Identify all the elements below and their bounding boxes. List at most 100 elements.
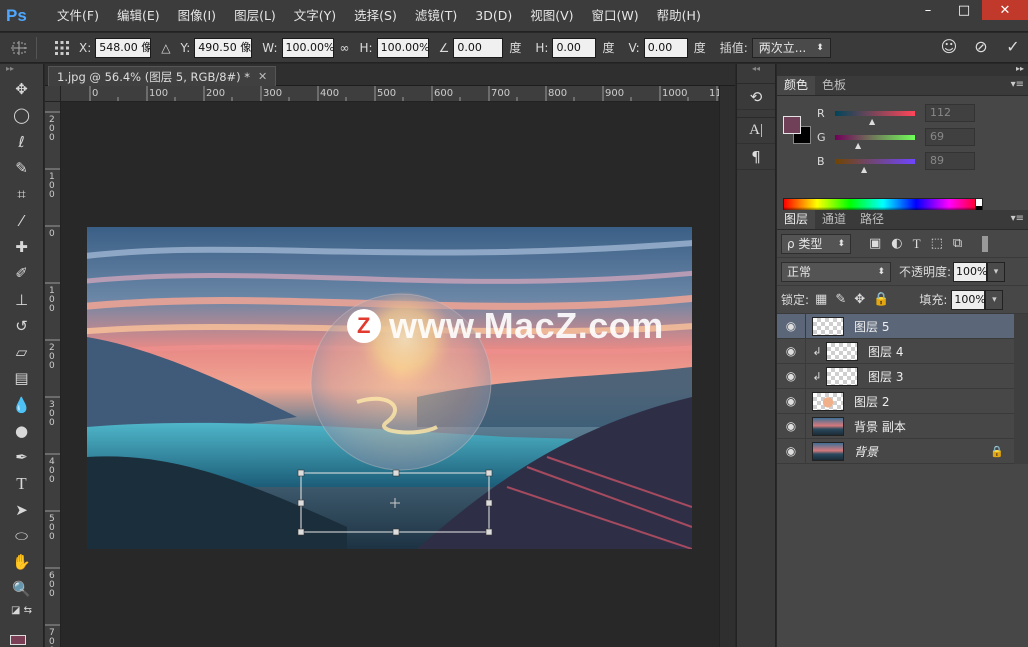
menu-filter[interactable]: 滤镜(T) (406, 0, 466, 32)
layer-name[interactable]: 图层 4 (868, 343, 903, 360)
rotate-input[interactable]: 0.00 (453, 37, 504, 58)
blur-tool-icon[interactable]: 💧 (0, 392, 43, 418)
reference-point-icon[interactable] (51, 38, 73, 58)
dodge-tool-icon[interactable]: ● (0, 418, 43, 444)
maximize-button[interactable]: □ (946, 0, 982, 20)
gradient-tool-icon[interactable]: ▤ (0, 365, 43, 391)
hskew-input[interactable]: 0.00 (552, 37, 597, 58)
layers-scrollbar[interactable] (1014, 314, 1028, 464)
tab-paths[interactable]: 路径 (853, 210, 891, 229)
filter-pixel-icon[interactable]: ▣ (869, 236, 881, 252)
type-tool-icon[interactable]: T (0, 470, 43, 496)
visibility-eye-icon[interactable]: ◉ (777, 444, 805, 458)
close-tab-icon[interactable]: ✕ (258, 70, 267, 83)
healing-brush-tool-icon[interactable]: ✚ (0, 234, 43, 260)
layer-filter-select[interactable]: ρ 类型 ⬍ (781, 233, 851, 254)
y-input[interactable]: 490.50 像 (194, 37, 253, 58)
menu-window[interactable]: 窗口(W) (583, 0, 648, 32)
history-brush-tool-icon[interactable]: ↺ (0, 313, 43, 339)
layer-row[interactable]: ◉ ↲ 图层 3 (777, 363, 1028, 389)
vertical-ruler[interactable]: 200 100 0 100 200 300 400 500 600 700 (45, 102, 61, 647)
hand-tool-icon[interactable]: ✋ (0, 549, 43, 575)
character-panel-icon[interactable]: A| (737, 118, 775, 144)
menu-3d[interactable]: 3D(D) (466, 0, 521, 32)
blue-slider[interactable]: ▲ (835, 158, 915, 174)
quick-selection-tool-icon[interactable]: ✎ (0, 155, 43, 181)
red-slider[interactable]: ▲ (835, 110, 915, 126)
fill-input[interactable]: 100% (951, 289, 986, 310)
vskew-input[interactable]: 0.00 (643, 37, 688, 58)
opacity-input[interactable]: 100% (953, 261, 988, 282)
document-scrollbar[interactable] (719, 86, 735, 647)
paragraph-panel-icon[interactable]: ¶ (737, 144, 775, 170)
tab-swatches[interactable]: 色板 (815, 76, 853, 95)
menu-file[interactable]: 文件(F) (48, 0, 108, 32)
green-slider[interactable]: ▲ (835, 134, 915, 150)
lasso-tool-icon[interactable]: ℓ (0, 129, 43, 155)
height-input[interactable]: 100.00% (376, 37, 429, 58)
menu-help[interactable]: 帮助(H) (648, 0, 710, 32)
panel-menu-icon[interactable]: ▾≡ (1011, 79, 1024, 90)
lock-all-icon[interactable]: 🔒 (873, 292, 889, 307)
zoom-tool-icon[interactable]: 🔍 (0, 576, 43, 602)
marquee-tool-icon[interactable]: ◯ (0, 102, 43, 128)
tab-color[interactable]: 颜色 (777, 76, 816, 95)
layer-row[interactable]: ◉ ↲ 图层 4 (777, 338, 1028, 364)
red-value[interactable]: 112 (925, 104, 975, 122)
default-colors-icon[interactable]: ◪ ⇆ (0, 602, 43, 620)
fill-dropdown[interactable]: ▾ (985, 289, 1004, 310)
tab-layers[interactable]: 图层 (777, 210, 816, 229)
layer-lock-icon[interactable]: 🔒 (990, 445, 1004, 458)
move-transform-icon[interactable] (8, 38, 30, 58)
cancel-transform-icon[interactable]: ⊘ (972, 37, 990, 56)
commit-transform-icon[interactable]: ✓ (1004, 37, 1022, 56)
green-value[interactable]: 69 (925, 128, 975, 146)
filter-adjustment-icon[interactable]: ◐ (891, 236, 902, 252)
menu-type[interactable]: 文字(Y) (285, 0, 345, 32)
width-input[interactable]: 100.00% (281, 37, 334, 58)
layer-row[interactable]: ◉ 背景 副本 (777, 413, 1028, 439)
menu-edit[interactable]: 编辑(E) (108, 0, 169, 32)
visibility-eye-icon[interactable]: ◉ (777, 419, 805, 433)
blue-value[interactable]: 89 (925, 152, 975, 170)
lock-image-icon[interactable]: ✎ (835, 292, 846, 307)
ruler-origin[interactable] (45, 86, 61, 102)
interpolation-select[interactable]: 两次立... ⬍ (751, 37, 831, 58)
layer-row[interactable]: ◉ 图层 5 (777, 313, 1028, 339)
layer-row[interactable]: ◉ 图层 2 (777, 388, 1028, 414)
minimize-button[interactable]: – (910, 0, 946, 20)
document-tab[interactable]: 1.jpg @ 56.4% (图层 5, RGB/8#) * ✕ (48, 66, 277, 86)
visibility-eye-icon[interactable]: ◉ (777, 319, 805, 333)
eraser-tool-icon[interactable]: ▱ (0, 339, 43, 365)
filter-type-icon[interactable]: T (913, 236, 921, 252)
ellipse-tool-icon[interactable]: ⬭ (0, 523, 43, 549)
filter-toggle[interactable] (982, 235, 989, 252)
menu-layer[interactable]: 图层(L) (225, 0, 285, 32)
filter-smart-object-icon[interactable]: ⧉ (953, 236, 962, 252)
layer-name[interactable]: 图层 2 (854, 393, 889, 410)
document-image[interactable] (87, 227, 692, 549)
foreground-swatch[interactable] (10, 635, 26, 645)
path-selection-tool-icon[interactable]: ➤ (0, 497, 43, 523)
visibility-eye-icon[interactable]: ◉ (777, 369, 805, 383)
panel-collapse-bar[interactable]: ▸▸ (777, 64, 1028, 76)
layer-name[interactable]: 图层 3 (868, 368, 903, 385)
warp-icon[interactable]: ☺ (940, 37, 958, 56)
collapse-icon[interactable]: ▸▸ (1016, 64, 1024, 73)
green-slider-thumb[interactable]: ▲ (855, 141, 861, 150)
layer-name[interactable]: 背景 副本 (854, 418, 906, 435)
red-slider-thumb[interactable]: ▲ (869, 117, 875, 126)
foreground-color-swatch[interactable] (783, 116, 801, 134)
eyedropper-tool-icon[interactable]: ⁄ (0, 207, 43, 233)
visibility-eye-icon[interactable]: ◉ (777, 394, 805, 408)
opacity-dropdown[interactable]: ▾ (987, 261, 1006, 282)
visibility-eye-icon[interactable]: ◉ (777, 344, 805, 358)
layer-name[interactable]: 图层 5 (854, 318, 889, 335)
clone-stamp-tool-icon[interactable]: ⊥ (0, 286, 43, 312)
menu-view[interactable]: 视图(V) (521, 0, 582, 32)
blue-slider-thumb[interactable]: ▲ (861, 165, 867, 174)
x-input[interactable]: 548.00 像 (95, 37, 152, 58)
pen-tool-icon[interactable]: ✒ (0, 444, 43, 470)
tab-channels[interactable]: 通道 (815, 210, 853, 229)
blend-mode-select[interactable]: 正常 ⬍ (781, 261, 891, 282)
